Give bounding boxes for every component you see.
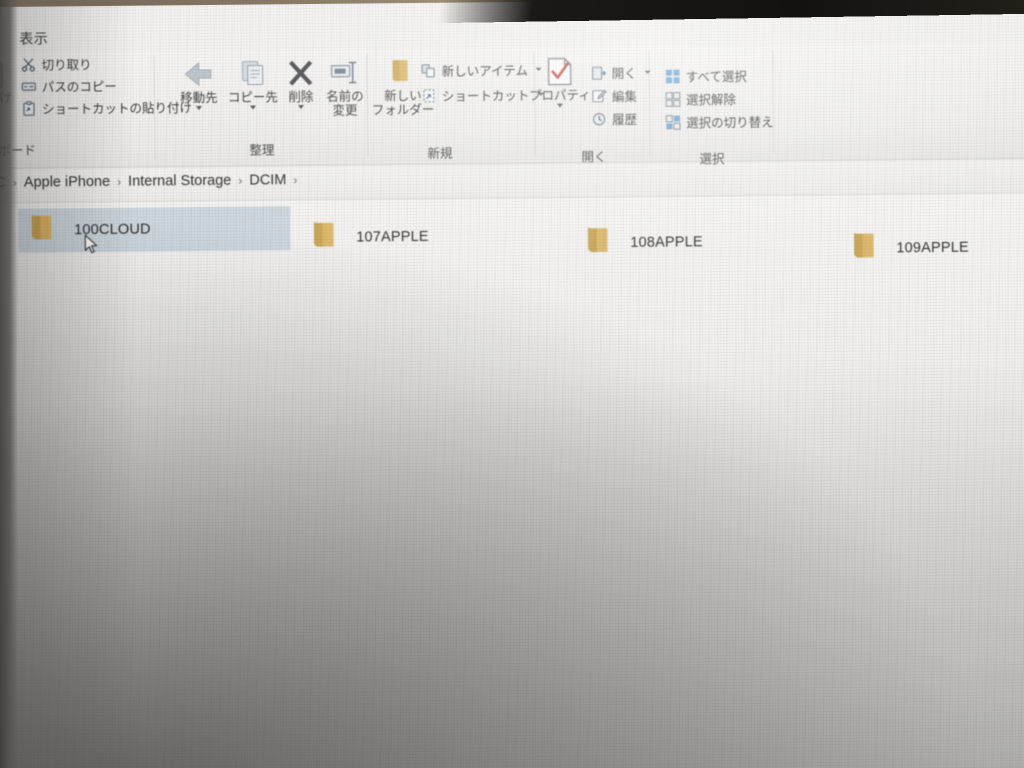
shortcut-label: ショートカット xyxy=(441,88,530,104)
invert-selection-label: 選択の切り替え xyxy=(686,115,774,131)
select-group-label: 選択 xyxy=(699,152,725,167)
folder-icon xyxy=(26,211,60,250)
open-label: 開く xyxy=(611,66,637,82)
breadcrumb-item-internal-storage[interactable]: Internal Storage xyxy=(124,173,235,190)
chevron-down-icon[interactable] xyxy=(249,105,257,110)
properties-button[interactable]: プロパティ xyxy=(529,56,591,108)
breadcrumb-separator-trailing[interactable]: › xyxy=(290,173,300,187)
rename-label-2: 変更 xyxy=(332,103,358,118)
select-all-label: すべて選択 xyxy=(685,69,747,85)
laptop-screen: 有 表示 り付け xyxy=(0,0,1024,768)
list-item-label: 108APPLE xyxy=(630,234,703,251)
properties-checkmark-icon xyxy=(544,56,576,88)
copy-path-icon xyxy=(21,78,37,94)
select-none-button[interactable]: 選択解除 xyxy=(665,89,736,109)
rename-label-1: 名前の xyxy=(326,89,364,104)
select-all-button[interactable]: すべて選択 xyxy=(665,66,747,86)
new-group-label: 新規 xyxy=(427,146,453,161)
history-button[interactable]: 履歴 xyxy=(591,109,637,128)
copy-path-button[interactable]: パスのコピー xyxy=(21,76,117,96)
history-label: 履歴 xyxy=(612,112,638,128)
scissors-icon xyxy=(20,56,36,72)
breadcrumb-item-apple-iphone[interactable]: Apple iPhone xyxy=(20,174,114,191)
list-item-label: 107APPLE xyxy=(356,228,429,246)
invert-selection-icon xyxy=(665,114,681,130)
select-none-label: 選択解除 xyxy=(685,92,737,108)
paste-shortcut-icon xyxy=(21,100,37,116)
open-button[interactable]: 開く xyxy=(591,63,651,83)
screen-left-edge-shadow xyxy=(0,0,18,768)
move-to-icon xyxy=(183,59,215,91)
folder-icon xyxy=(308,218,342,257)
cut-label: 切り取り xyxy=(41,58,92,73)
new-folder-label-1: 新しい xyxy=(384,88,422,104)
properties-label: プロパティ xyxy=(528,88,591,103)
mouse-pointer xyxy=(84,234,100,261)
paste-shortcut-button[interactable]: ショートカットの貼り付け xyxy=(21,97,192,118)
delete-x-icon xyxy=(285,58,317,90)
open-icon xyxy=(591,65,607,81)
breadcrumb-separator: › xyxy=(238,173,243,188)
invert-selection-button[interactable]: 選択の切り替え xyxy=(665,112,774,132)
tab-view[interactable]: 表示 xyxy=(19,28,48,48)
list-item[interactable]: 109APPLE xyxy=(840,225,1024,271)
select-none-icon xyxy=(665,91,681,107)
move-to-button[interactable]: 移動先 xyxy=(171,59,227,111)
edit-button[interactable]: 編集 xyxy=(591,86,637,105)
edit-label: 編集 xyxy=(611,89,637,105)
shortcut-button[interactable]: ショートカット xyxy=(421,85,544,105)
paste-shortcut-label: ショートカットの貼り付け xyxy=(41,101,193,117)
new-folder-icon xyxy=(387,57,419,89)
chevron-down-icon[interactable] xyxy=(195,106,203,111)
chevron-down-icon[interactable] xyxy=(556,103,564,108)
breadcrumb-separator: › xyxy=(117,174,122,189)
rename-button[interactable]: 名前の 変更 xyxy=(317,57,374,118)
organize-group-label: 整理 xyxy=(249,143,275,158)
new-item-label: 新しいアイテム xyxy=(441,63,528,79)
rename-icon xyxy=(329,57,361,89)
folder-icon xyxy=(848,229,882,268)
folder-icon xyxy=(582,224,616,263)
list-item-label: 109APPLE xyxy=(896,239,970,257)
list-item[interactable]: 108APPLE xyxy=(574,219,834,265)
new-item-button[interactable]: 新しいアイテム xyxy=(421,60,542,80)
copy-path-label: パスのコピー xyxy=(41,79,117,95)
photo-of-laptop-screen: 有 表示 り付け xyxy=(0,0,1024,768)
shortcut-icon xyxy=(421,87,437,103)
breadcrumb[interactable]: PC › Apple iPhone › Internal Storage › D… xyxy=(0,172,300,191)
delete-label: 削除 xyxy=(288,89,314,105)
new-folder-label-2: フォルダー xyxy=(371,102,435,118)
new-item-icon xyxy=(421,62,437,78)
edit-pencil-icon xyxy=(591,88,607,104)
file-items-container: 100CLOUD 107APPLE 108APPLE 109APPLE xyxy=(0,197,1024,297)
list-item[interactable]: 107APPLE xyxy=(300,214,560,260)
copy-to-icon xyxy=(237,58,269,90)
select-all-icon xyxy=(665,68,681,84)
chevron-down-icon[interactable] xyxy=(644,70,651,74)
copy-to-label: コピー先 xyxy=(227,90,278,105)
breadcrumb-item-dcim[interactable]: DCIM xyxy=(245,172,290,188)
cut-button[interactable]: 切り取り xyxy=(20,54,92,74)
list-item[interactable]: 100CLOUD xyxy=(17,206,291,253)
move-to-label: 移動先 xyxy=(180,90,218,106)
open-group-label: 開く xyxy=(581,150,607,165)
history-icon xyxy=(591,111,607,127)
chevron-down-icon[interactable] xyxy=(297,105,305,110)
